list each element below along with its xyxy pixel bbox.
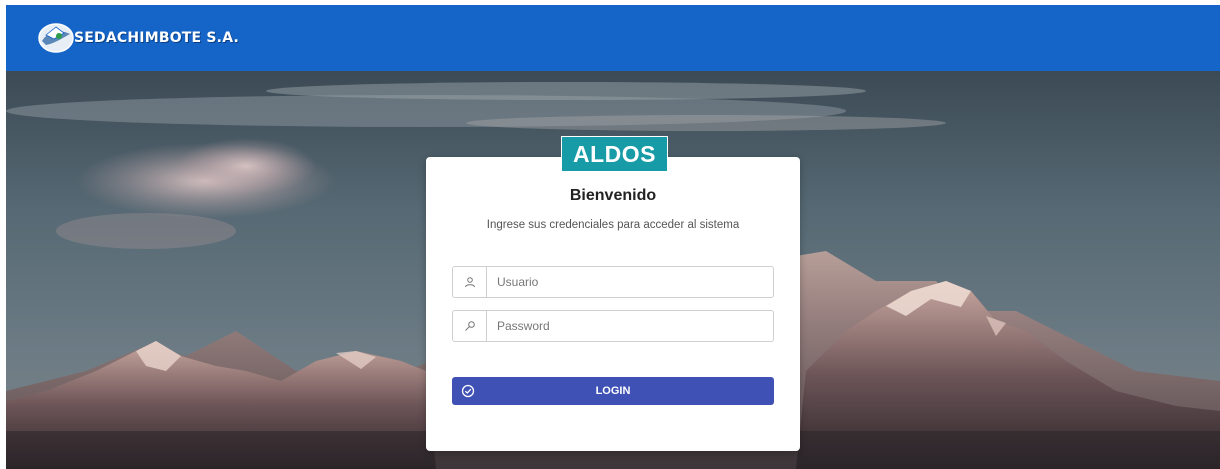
login-button[interactable]: LOGIN <box>452 377 774 405</box>
app-name-badge: ALDOS <box>561 136 668 172</box>
password-input[interactable] <box>487 311 773 341</box>
password-field <box>452 310 774 342</box>
company-logo-icon <box>38 23 74 53</box>
welcome-subtitle: Ingrese sus credenciales para acceder al… <box>486 219 740 231</box>
key-icon <box>453 311 487 341</box>
welcome-title: Bienvenido <box>569 187 657 204</box>
login-card: Bienvenido Ingrese sus credenciales para… <box>426 157 800 451</box>
top-navbar: SEDACHIMBOTE S.A. <box>6 5 1220 71</box>
user-icon <box>453 267 487 297</box>
brand[interactable]: SEDACHIMBOTE S.A. <box>34 21 239 55</box>
login-button-label: LOGIN <box>595 385 631 397</box>
company-name: SEDACHIMBOTE S.A. <box>74 30 240 46</box>
check-circle-icon <box>461 384 475 398</box>
username-input[interactable] <box>487 267 773 297</box>
username-field <box>452 266 774 298</box>
